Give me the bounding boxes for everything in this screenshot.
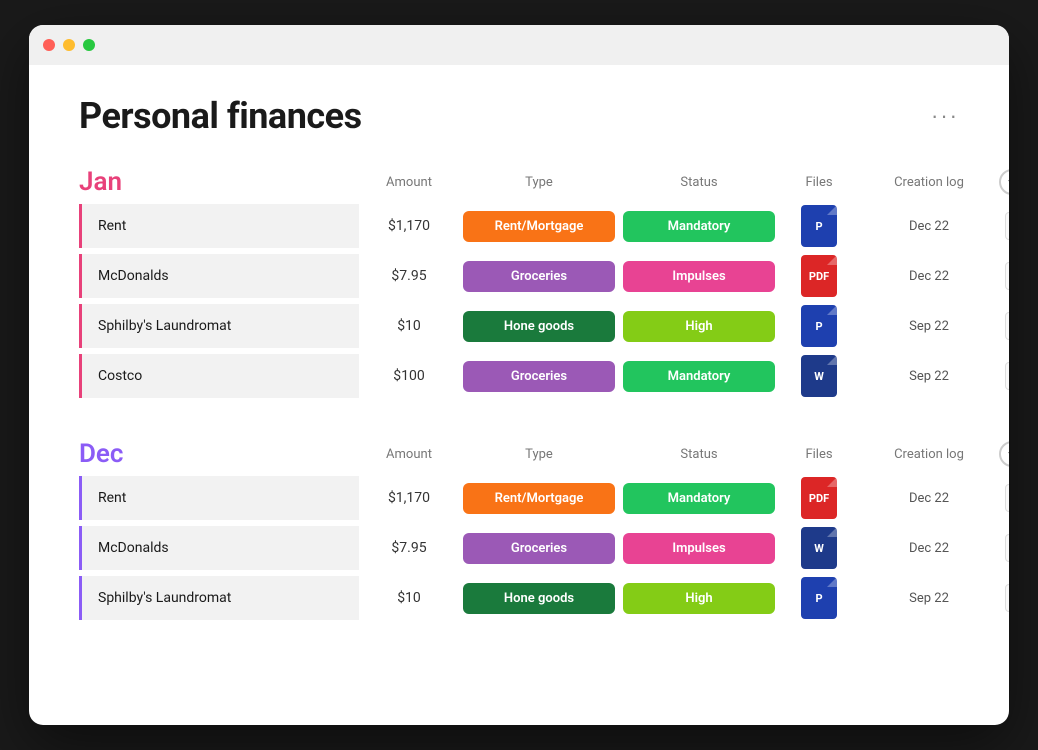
table-row: Rent$1,170Rent/MortgageMandatoryPDFDec 2… — [79, 475, 959, 521]
row-name-cell: Sphilby's Laundromat — [79, 304, 359, 348]
table-row: Sphilby's Laundromat$10Hone goodsHighPSe… — [79, 303, 959, 349]
table-row: McDonalds$7.95GroceriesImpulsesWDec 22··… — [79, 525, 959, 571]
col-header-amount-dec: Amount — [359, 447, 459, 462]
row-action-cell: ··· — [999, 362, 1009, 390]
file-icon[interactable]: P — [801, 577, 837, 619]
row-action-cell: ··· — [999, 212, 1009, 240]
col-header-status-dec: Status — [619, 447, 779, 462]
more-options-button[interactable]: ··· — [931, 103, 959, 129]
row-action-button[interactable]: ··· — [1005, 362, 1009, 390]
row-status-badge: Mandatory — [623, 211, 775, 242]
col-header-log-jan: Creation log — [859, 175, 999, 190]
table-row: Sphilby's Laundromat$10Hone goodsHighPSe… — [79, 575, 959, 621]
titlebar — [29, 25, 1009, 65]
row-files-cell: PDF — [779, 477, 859, 519]
row-action-cell: ··· — [999, 312, 1009, 340]
col-header-type-dec: Type — [459, 447, 619, 462]
row-creation-log: Dec 22 — [859, 219, 999, 234]
file-icon[interactable]: P — [801, 305, 837, 347]
col-header-amount-jan: Amount — [359, 175, 459, 190]
file-icon[interactable]: W — [801, 527, 837, 569]
row-type-badge: Groceries — [463, 533, 615, 564]
row-amount-cell: $1,170 — [359, 490, 459, 506]
row-creation-log: Dec 22 — [859, 541, 999, 556]
row-name-cell: Rent — [79, 204, 359, 248]
row-files-cell: P — [779, 305, 859, 347]
file-icon[interactable]: W — [801, 355, 837, 397]
row-type-badge: Groceries — [463, 261, 615, 292]
section-dec: DecAmountTypeStatusFilesCreation log+ Ren… — [79, 439, 959, 621]
row-action-cell: ··· — [999, 534, 1009, 562]
row-status-badge: High — [623, 311, 775, 342]
row-action-button[interactable]: ··· — [1005, 212, 1009, 240]
row-action-button[interactable]: ··· — [1005, 312, 1009, 340]
row-files-cell: P — [779, 577, 859, 619]
row-amount-cell: $10 — [359, 318, 459, 334]
row-creation-log: Sep 22 — [859, 369, 999, 384]
row-action-button[interactable]: ··· — [1005, 484, 1009, 512]
row-name-cell: McDonalds — [79, 254, 359, 298]
expand-dot[interactable] — [83, 39, 95, 51]
row-name-cell: McDonalds — [79, 526, 359, 570]
row-action-cell: ··· — [999, 584, 1009, 612]
row-files-cell: W — [779, 355, 859, 397]
file-icon[interactable]: PDF — [801, 255, 837, 297]
row-type-badge: Rent/Mortgage — [463, 483, 615, 514]
col-header-log-dec: Creation log — [859, 447, 999, 462]
month-label-jan: Jan — [79, 167, 359, 197]
section-jan: JanAmountTypeStatusFilesCreation log+ Ren… — [79, 167, 959, 399]
col-header-files-jan: Files — [779, 175, 859, 190]
row-creation-log: Dec 22 — [859, 269, 999, 284]
row-name-cell: Sphilby's Laundromat — [79, 576, 359, 620]
row-name-cell: Rent — [79, 476, 359, 520]
row-type-badge: Hone goods — [463, 311, 615, 342]
add-row-button-dec[interactable]: + — [999, 441, 1009, 467]
row-action-button[interactable]: ··· — [1005, 262, 1009, 290]
row-status-badge: High — [623, 583, 775, 614]
add-row-button-jan[interactable]: + — [999, 169, 1009, 195]
row-status-badge: Mandatory — [623, 483, 775, 514]
col-header-status-jan: Status — [619, 175, 779, 190]
sections-container: JanAmountTypeStatusFilesCreation log+ Ren… — [79, 167, 959, 621]
col-header-type-jan: Type — [459, 175, 619, 190]
main-content: Personal finances ··· JanAmountTypeStatu… — [29, 65, 1009, 701]
close-dot[interactable] — [43, 39, 55, 51]
row-status-badge: Impulses — [623, 533, 775, 564]
page-header: Personal finances ··· — [79, 95, 959, 137]
table-row: McDonalds$7.95GroceriesImpulsesPDFDec 22… — [79, 253, 959, 299]
row-action-button[interactable]: ··· — [1005, 584, 1009, 612]
page-title: Personal finances — [79, 95, 362, 137]
month-label-dec: Dec — [79, 439, 359, 469]
section-header-dec: DecAmountTypeStatusFilesCreation log+ — [79, 439, 959, 469]
table-row: Costco$100GroceriesMandatoryWSep 22··· — [79, 353, 959, 399]
row-status-badge: Mandatory — [623, 361, 775, 392]
minimize-dot[interactable] — [63, 39, 75, 51]
row-type-badge: Rent/Mortgage — [463, 211, 615, 242]
row-type-badge: Groceries — [463, 361, 615, 392]
row-name-cell: Costco — [79, 354, 359, 398]
row-creation-log: Sep 22 — [859, 591, 999, 606]
row-amount-cell: $10 — [359, 590, 459, 606]
row-type-badge: Hone goods — [463, 583, 615, 614]
row-action-cell: ··· — [999, 262, 1009, 290]
row-files-cell: W — [779, 527, 859, 569]
row-status-badge: Impulses — [623, 261, 775, 292]
col-header-files-dec: Files — [779, 447, 859, 462]
row-creation-log: Sep 22 — [859, 319, 999, 334]
row-files-cell: P — [779, 205, 859, 247]
row-files-cell: PDF — [779, 255, 859, 297]
row-action-button[interactable]: ··· — [1005, 534, 1009, 562]
row-amount-cell: $7.95 — [359, 268, 459, 284]
row-amount-cell: $100 — [359, 368, 459, 384]
app-window: Personal finances ··· JanAmountTypeStatu… — [29, 25, 1009, 725]
row-amount-cell: $1,170 — [359, 218, 459, 234]
row-action-cell: ··· — [999, 484, 1009, 512]
row-creation-log: Dec 22 — [859, 491, 999, 506]
row-amount-cell: $7.95 — [359, 540, 459, 556]
file-icon[interactable]: P — [801, 205, 837, 247]
table-row: Rent$1,170Rent/MortgageMandatoryPDec 22·… — [79, 203, 959, 249]
section-header-jan: JanAmountTypeStatusFilesCreation log+ — [79, 167, 959, 197]
file-icon[interactable]: PDF — [801, 477, 837, 519]
